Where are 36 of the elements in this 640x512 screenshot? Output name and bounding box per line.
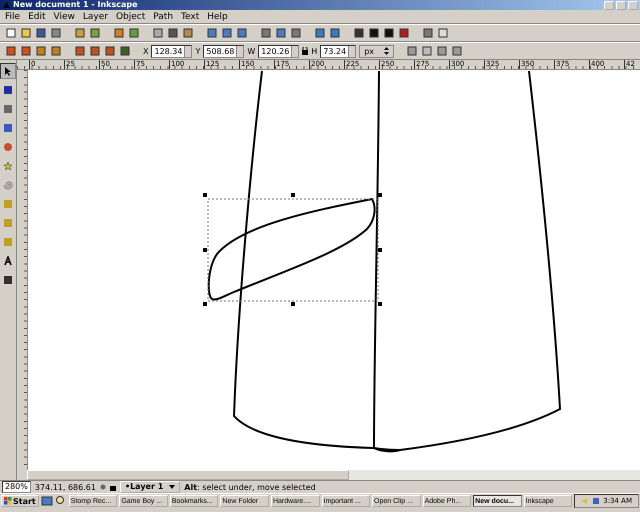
number-field[interactable]: 73.24 [320, 44, 356, 58]
status-message: Alt: select under, move selected [184, 482, 316, 492]
horizontal-scrollbar[interactable] [27, 470, 640, 480]
menu-item[interactable]: Path [153, 10, 174, 22]
layer-dropdown[interactable]: •Layer 1 [120, 481, 180, 493]
field-label: Y [195, 46, 200, 56]
field-label: X [143, 46, 148, 56]
selector-tool-button[interactable] [0, 63, 16, 79]
menu-item[interactable]: Edit [28, 10, 46, 22]
text-tool-icon [3, 256, 13, 266]
cursor-coordinates: 374.11, 686.61 [34, 482, 96, 492]
spiral-tool-icon [3, 180, 13, 190]
app-icon [2, 1, 11, 9]
number-field[interactable]: 128.34 [151, 44, 192, 58]
menu-item[interactable]: View [54, 10, 75, 22]
menu-item[interactable]: Text [181, 10, 200, 22]
zoom-field[interactable]: 280% [2, 481, 31, 493]
menu-item[interactable]: File [5, 10, 20, 22]
eye-icon[interactable] [100, 484, 106, 490]
field-label: W [247, 46, 256, 56]
number-field[interactable]: 120.26 [258, 44, 300, 58]
windows-flag-icon [4, 497, 12, 505]
star-tool-icon [3, 161, 13, 171]
menu-item[interactable]: Layer [82, 10, 108, 22]
unit-dropdown[interactable]: px [359, 44, 394, 58]
field-label: H [311, 46, 318, 56]
start-button[interactable]: Start [1, 495, 39, 507]
rect-tool-icon [3, 123, 13, 133]
window-title: New document 1 - Inkscape [13, 0, 139, 10]
menu-item[interactable]: Object [116, 10, 146, 22]
menu-item[interactable]: Help [207, 10, 228, 22]
dropdown-arrow-icon [169, 485, 176, 489]
number-field[interactable]: 508.68 [203, 44, 244, 58]
spinner-arrows-icon [384, 47, 390, 55]
selector-tool-icon [3, 66, 13, 76]
ellipse-tool-icon [3, 142, 13, 152]
